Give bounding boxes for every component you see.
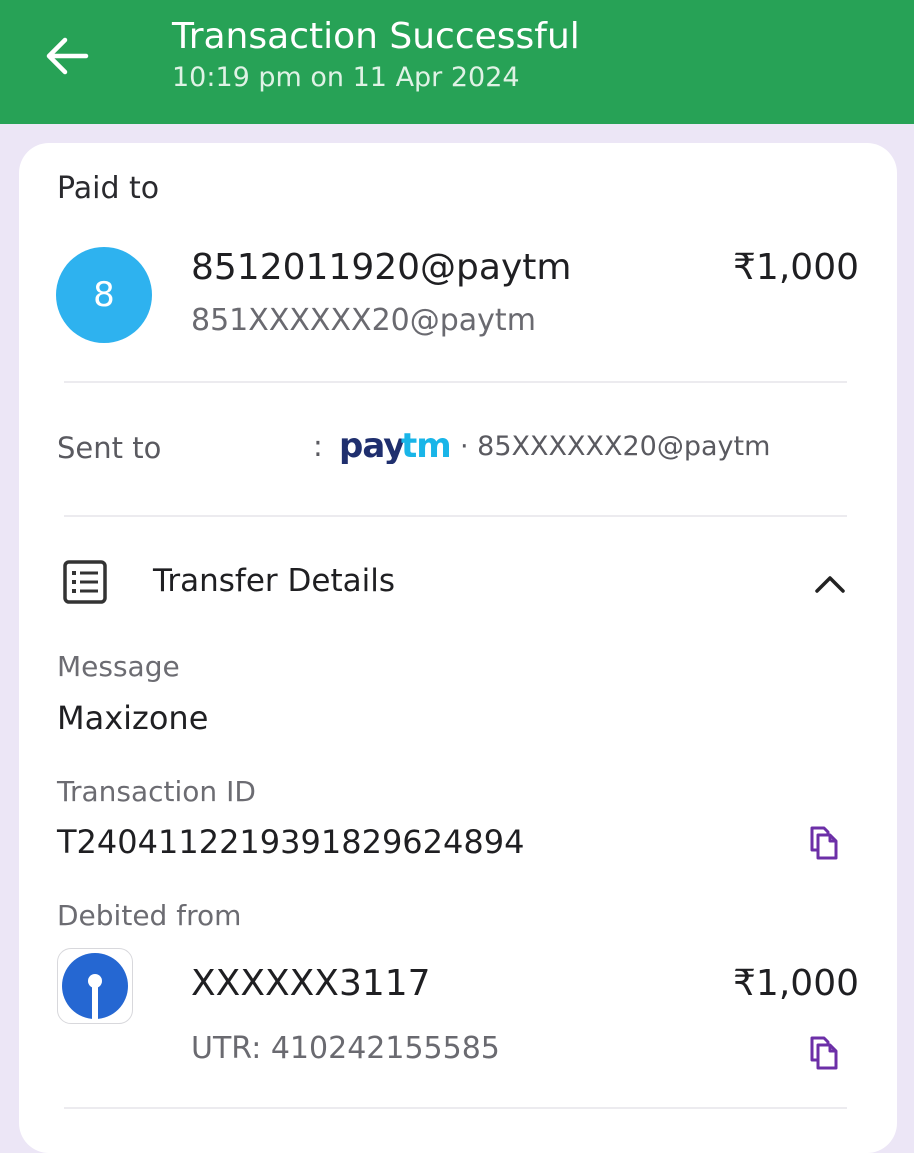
debited-from-label: Debited from [57, 899, 242, 932]
transaction-id-label: Transaction ID [57, 775, 256, 808]
paid-amount: ₹1,000 [733, 247, 859, 288]
sent-to-upi-id: · 85XXXXXX20@paytm [460, 431, 771, 462]
divider [64, 1107, 847, 1109]
sent-to-label: Sent to [57, 431, 162, 465]
divider [64, 515, 847, 517]
transfer-details-title: Transfer Details [153, 563, 395, 599]
transaction-id-value: T2404112219391829624894 [57, 823, 525, 861]
transaction-card: Paid to 8 8512011920@paytm 851XXXXXX20@p… [19, 143, 897, 1153]
debited-amount: ₹1,000 [733, 963, 859, 1004]
avatar: 8 [56, 247, 152, 343]
utr-number: UTR: 410242155585 [191, 1031, 500, 1066]
sbi-logo [62, 953, 128, 1019]
divider [64, 381, 847, 383]
paytm-logo: pay tm [339, 426, 452, 464]
chevron-up-icon[interactable] [812, 566, 848, 602]
document-list-icon [63, 560, 107, 604]
page-title: Transaction Successful [172, 16, 580, 57]
debit-account-number: XXXXXX3117 [191, 963, 431, 1004]
svg-text:tm: tm [401, 426, 451, 464]
message-label: Message [57, 650, 180, 683]
message-value: Maxizone [57, 699, 209, 737]
svg-text:pay: pay [339, 426, 405, 464]
back-button[interactable] [38, 30, 96, 82]
paid-to-label: Paid to [57, 171, 160, 206]
avatar-initial: 8 [93, 275, 115, 315]
bank-logo-tile [57, 948, 133, 1024]
payee-upi-id: 8512011920@paytm [191, 247, 572, 288]
sent-to-separator: : [313, 429, 323, 463]
copy-icon[interactable] [804, 822, 844, 862]
arrow-left-icon [46, 37, 89, 75]
payee-masked-id: 851XXXXXX20@paytm [191, 303, 536, 338]
app-header: Transaction Successful 10:19 pm on 11 Ap… [0, 0, 914, 124]
copy-icon[interactable] [804, 1032, 844, 1072]
transaction-timestamp: 10:19 pm on 11 Apr 2024 [172, 62, 520, 93]
